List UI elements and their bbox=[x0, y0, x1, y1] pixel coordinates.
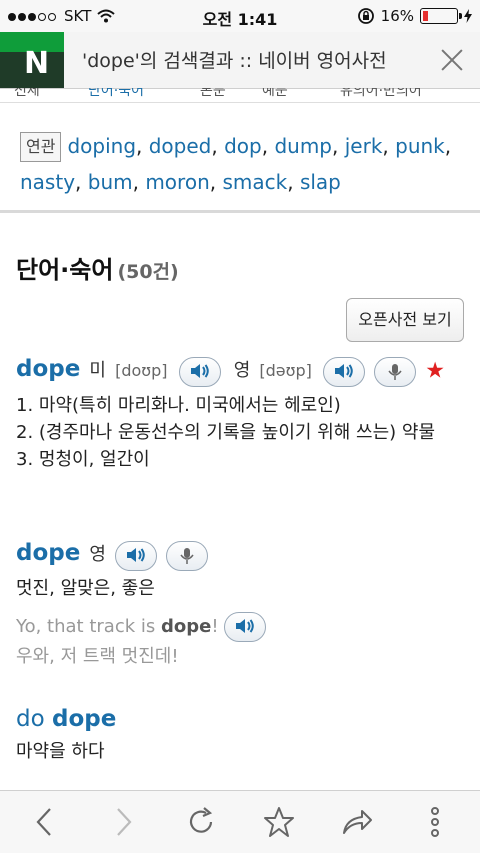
definition: 마약을 하다 bbox=[16, 741, 105, 762]
related-word-link[interactable]: slap bbox=[300, 170, 341, 194]
comma-separator: , bbox=[287, 170, 300, 194]
entry-dope-2: dope 영 멋진, 알맞은, 좋은 Yo, that track is dop… bbox=[16, 537, 466, 668]
related-word-link[interactable]: jerk bbox=[345, 134, 383, 158]
result-count: (50건) bbox=[117, 261, 179, 283]
speaker-icon bbox=[236, 619, 255, 633]
uk-label: 영 bbox=[233, 360, 251, 381]
speaker-icon bbox=[335, 363, 353, 378]
comma-separator: , bbox=[211, 134, 225, 158]
tab-all[interactable]: 전체 bbox=[14, 88, 40, 100]
comma-separator: , bbox=[136, 134, 149, 158]
open-dict-button[interactable]: 오픈사전 보기 bbox=[346, 298, 464, 342]
us-audio-button[interactable] bbox=[178, 356, 221, 387]
speaker-icon bbox=[190, 363, 209, 378]
example-sentence: Yo, that track is dope! bbox=[16, 612, 466, 642]
comma-separator: , bbox=[382, 134, 396, 158]
comma-separator: , bbox=[332, 134, 345, 158]
star-icon[interactable]: ★ bbox=[425, 359, 445, 384]
comma-separator: , bbox=[132, 170, 146, 194]
related-word-link[interactable]: bum bbox=[88, 170, 133, 194]
tab-examples[interactable]: 예문 bbox=[262, 88, 288, 100]
speaker-icon bbox=[127, 547, 145, 562]
us-label: 미 bbox=[89, 360, 106, 381]
section-title: 단어·숙어 (50건) bbox=[16, 256, 179, 284]
tab-body[interactable]: 본문 bbox=[200, 88, 226, 100]
record-button[interactable] bbox=[374, 356, 417, 387]
mic-icon bbox=[388, 363, 402, 380]
comma-separator: , bbox=[261, 134, 275, 158]
related-word-link[interactable]: nasty bbox=[20, 170, 75, 194]
status-bar: SKT 오전 1:41 16% bbox=[0, 0, 480, 32]
divider bbox=[0, 210, 480, 213]
definition: 멋진, 알맞은, 좋은 bbox=[16, 578, 155, 599]
entry-dope-1: dope 미 [doʊp] 영 [dəʊp] ★ 1. 마약(특히 마리화나. … bbox=[16, 352, 466, 473]
browser-tab-bar: N 'dope'의 검색결과 :: 네이버 영어사전 bbox=[0, 32, 480, 89]
battery-icon bbox=[420, 8, 462, 24]
example-audio-button[interactable] bbox=[224, 612, 267, 642]
mic-icon bbox=[180, 547, 194, 564]
definition-1: 1. 마약(특히 마리화나. 미국에서는 헤로인) bbox=[16, 395, 341, 416]
forward-icon[interactable] bbox=[106, 805, 140, 839]
example-keyword: dope bbox=[160, 616, 212, 637]
share-icon[interactable] bbox=[340, 805, 374, 839]
close-icon[interactable] bbox=[438, 46, 466, 74]
related-word-link[interactable]: moron bbox=[145, 170, 209, 194]
battery-percent: 16% bbox=[380, 7, 414, 25]
comma-separator: , bbox=[444, 134, 452, 158]
entry-word[interactable]: dope bbox=[16, 540, 80, 566]
page-title: 'dope'의 검색결과 :: 네이버 영어사전 bbox=[82, 50, 387, 72]
example-translation: 우와, 저 트랙 멋진데! bbox=[16, 646, 179, 667]
reload-icon[interactable] bbox=[184, 805, 218, 839]
entry-word[interactable]: dope bbox=[16, 356, 80, 382]
entry-do-dope: do dope 마약을 하다 bbox=[16, 706, 466, 765]
audio-button[interactable] bbox=[115, 540, 158, 571]
related-word-link[interactable]: punk bbox=[395, 134, 445, 158]
record-button[interactable] bbox=[166, 540, 209, 571]
rotation-lock-icon bbox=[357, 8, 374, 24]
comma-separator: , bbox=[209, 170, 223, 194]
tab-synonyms[interactable]: 유의어·반의어 bbox=[340, 88, 422, 100]
phrase-link[interactable]: do dope bbox=[16, 706, 466, 732]
related-word-link[interactable]: doped bbox=[149, 134, 212, 158]
uk-audio-button[interactable] bbox=[323, 356, 366, 387]
browser-toolbar bbox=[0, 790, 480, 853]
naver-logo: N bbox=[0, 32, 64, 88]
section-tabs: 전체 단어·숙어 본문 예문 유의어·반의어 bbox=[0, 88, 480, 103]
bookmark-star-icon[interactable] bbox=[262, 805, 296, 839]
more-icon[interactable] bbox=[418, 805, 452, 839]
uk-pronunciation: [dəʊp] bbox=[259, 361, 312, 380]
lang-label: 영 bbox=[89, 544, 106, 565]
definition-3: 3. 멍청이, 얼간이 bbox=[16, 449, 150, 470]
related-word-link[interactable]: dump bbox=[274, 134, 332, 158]
definition-2: 2. (경주마나 운동선수의 기록을 높이기 위해 쓰는) 약물 bbox=[16, 422, 436, 443]
related-words: 연관 doping, doped, dop, dump, jerk, punk, … bbox=[20, 128, 460, 200]
comma-separator: , bbox=[75, 170, 88, 194]
related-word-link[interactable]: smack bbox=[222, 170, 287, 194]
back-icon[interactable] bbox=[28, 805, 62, 839]
related-tag: 연관 bbox=[20, 132, 62, 162]
related-word-link[interactable]: doping bbox=[67, 134, 136, 158]
us-pronunciation: [doʊp] bbox=[115, 361, 168, 380]
charging-icon bbox=[464, 9, 472, 23]
related-word-link[interactable]: dop bbox=[224, 134, 262, 158]
tab-words[interactable]: 단어·숙어 bbox=[88, 88, 144, 100]
